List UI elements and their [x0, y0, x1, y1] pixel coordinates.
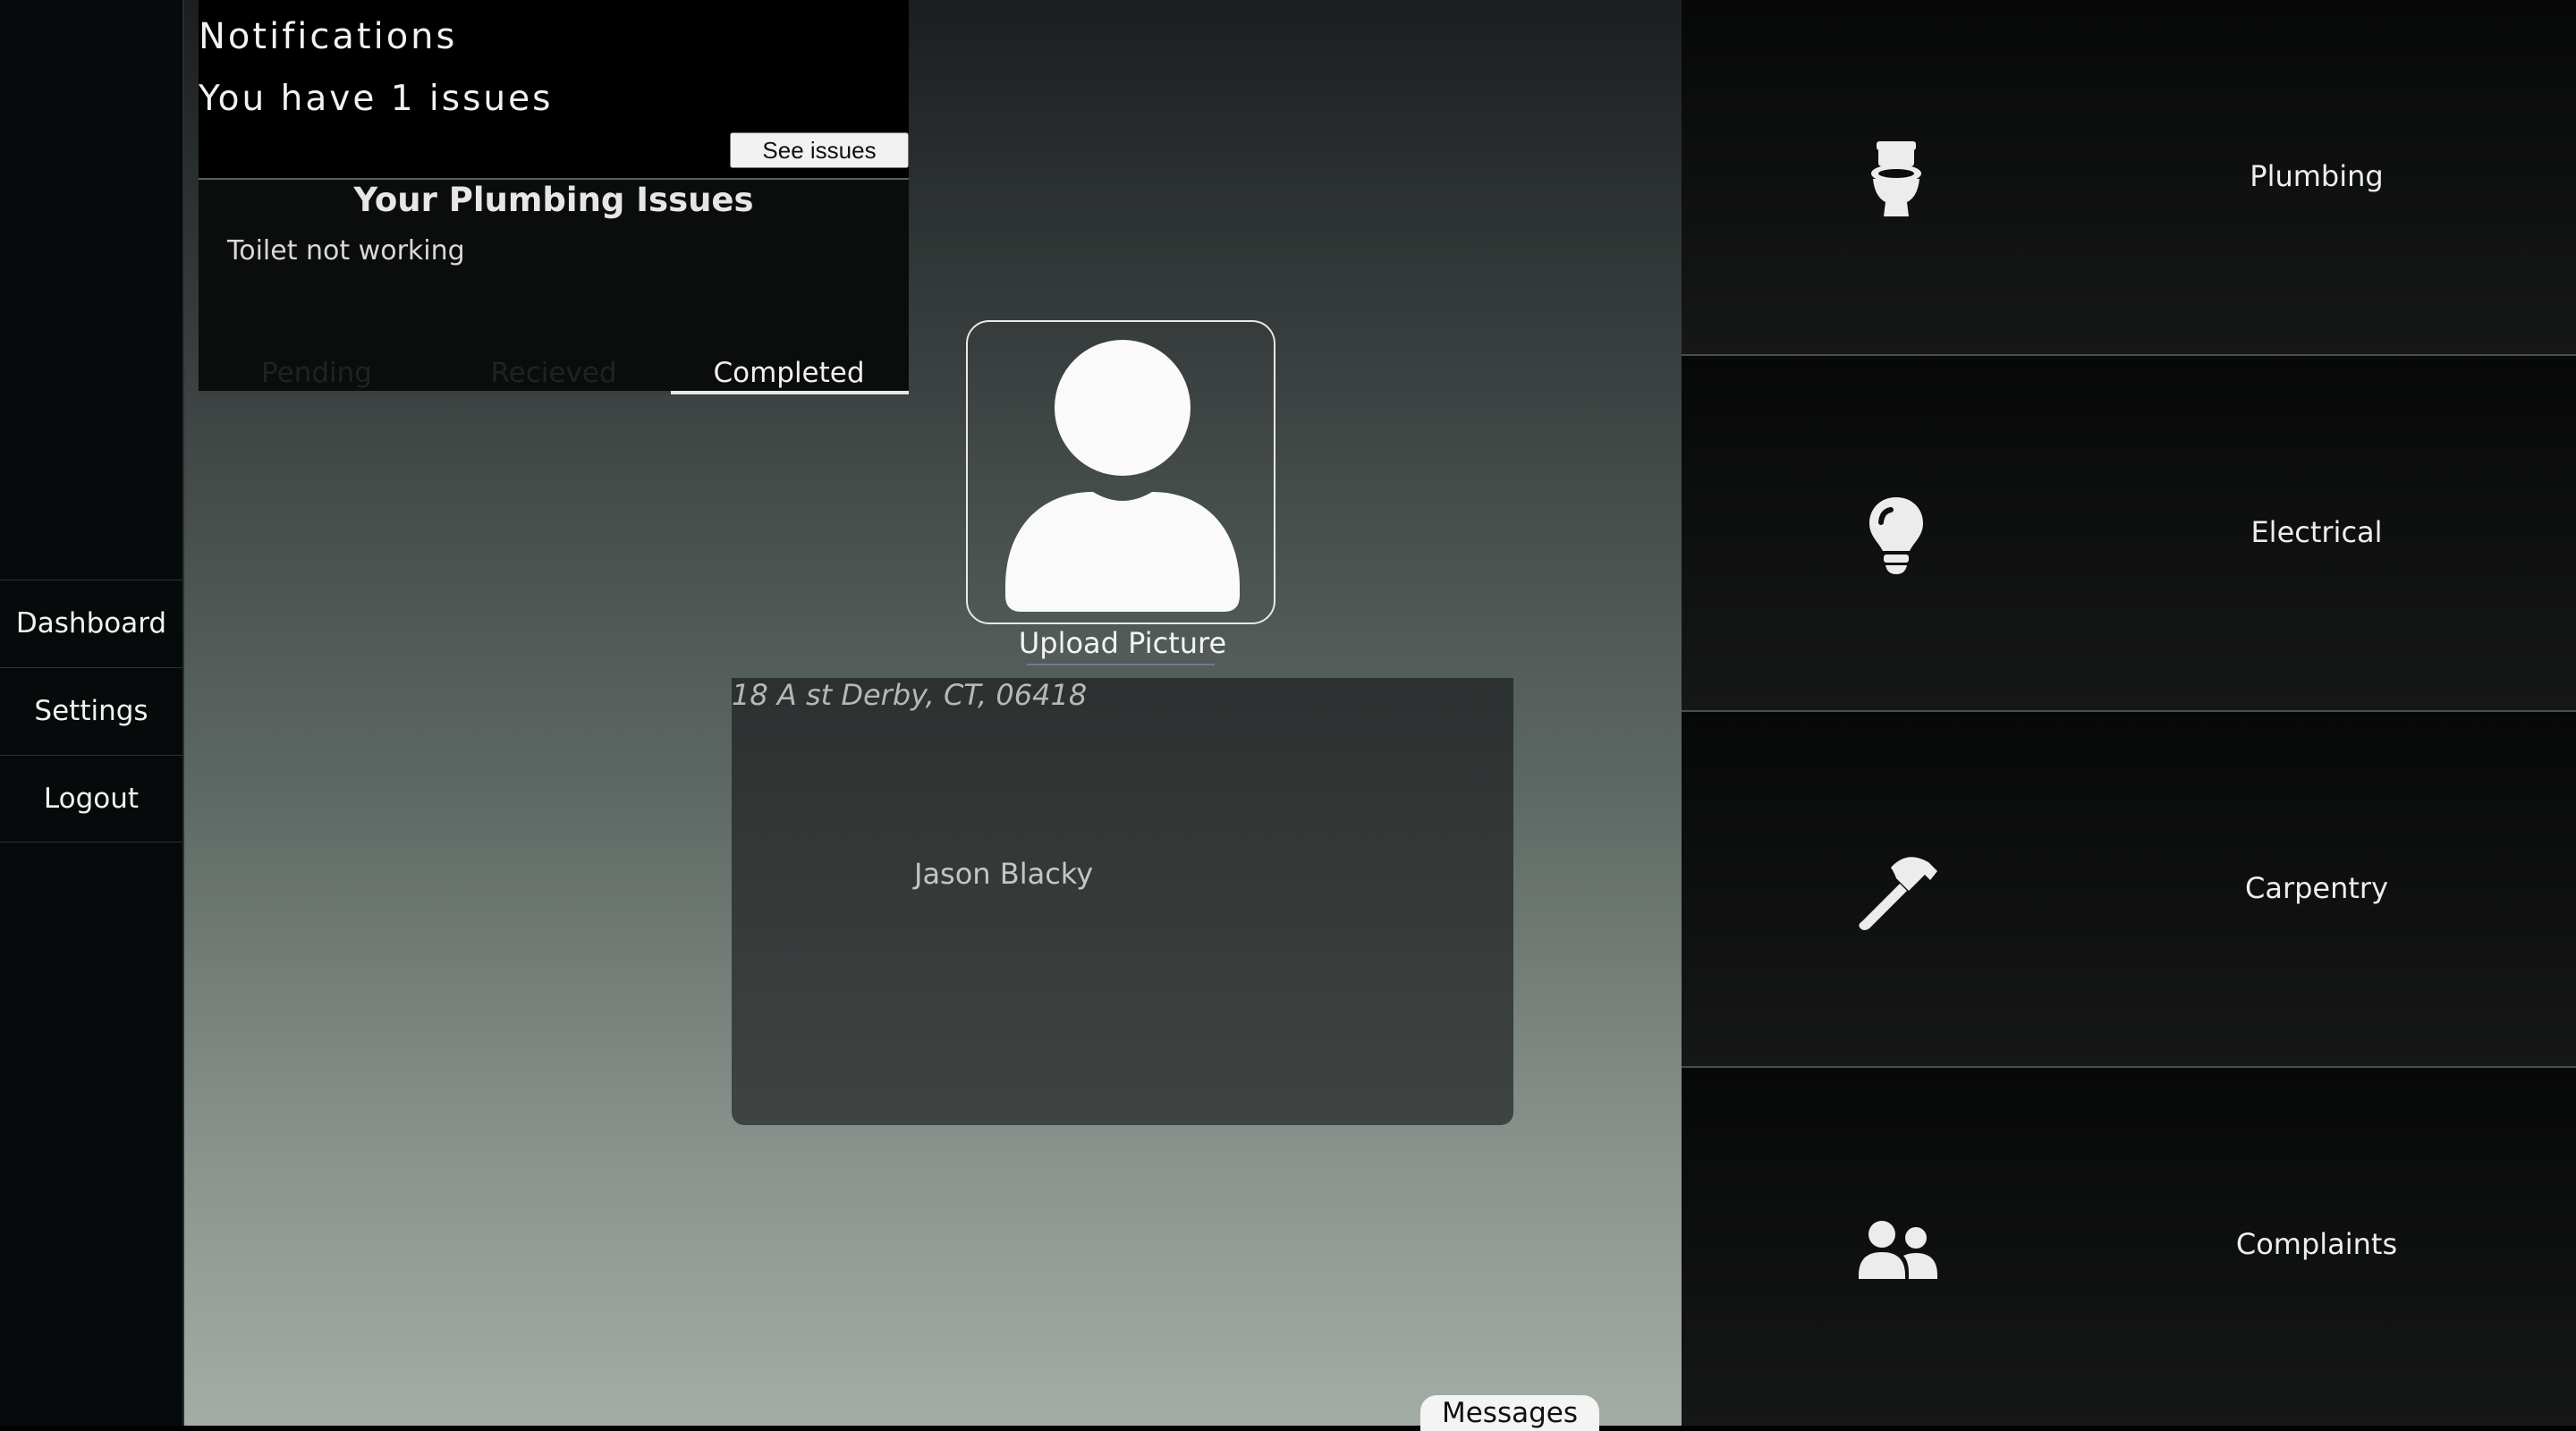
issues-panel: Your Plumbing Issues Toilet not working …	[199, 178, 909, 394]
category-carpentry[interactable]: Carpentry	[1682, 712, 2576, 1068]
sidebar-item-logout[interactable]: Logout	[0, 755, 182, 843]
category-label-complaints: Complaints	[2235, 1227, 2398, 1261]
tab-recieved[interactable]: Recieved	[436, 357, 672, 389]
category-label-plumbing: Plumbing	[2250, 159, 2384, 193]
notifications-panel: Notifications You have 1 issues See issu…	[199, 0, 909, 178]
tab-completed[interactable]: Completed	[671, 357, 907, 389]
tab-pending[interactable]: Pending	[199, 357, 435, 389]
category-plumbing[interactable]: Plumbing	[1682, 0, 2576, 356]
lightbulb-icon	[1869, 497, 1923, 574]
user-name: Jason Blacky	[914, 857, 1094, 891]
tab-track	[199, 391, 671, 394]
sidebar: Dashboard Settings Logout	[0, 0, 184, 1426]
tab-active-indicator	[671, 391, 909, 394]
address-text: 18 A st Derby, CT, 06418	[732, 678, 1088, 712]
avatar[interactable]	[966, 320, 1275, 624]
users-icon	[1859, 1221, 1937, 1279]
issues-title: Your Plumbing Issues	[353, 181, 754, 219]
user-icon	[1005, 340, 1240, 612]
category-complaints[interactable]: Complaints	[1682, 1068, 2576, 1426]
upload-picture-link[interactable]: Upload Picture	[966, 626, 1279, 660]
category-label-carpentry: Carpentry	[2244, 871, 2389, 905]
issue-item[interactable]: Toilet not working	[227, 235, 465, 267]
categories-panel: Plumbing Electrical Carpentry Complaints	[1682, 0, 2576, 1426]
notifications-title: Notifications	[199, 16, 458, 57]
category-label-electrical: Electrical	[2250, 515, 2383, 549]
sidebar-item-dashboard[interactable]: Dashboard	[0, 580, 182, 666]
sidebar-item-settings[interactable]: Settings	[0, 667, 182, 754]
notifications-count: You have 1 issues	[199, 79, 554, 119]
see-issues-button[interactable]: See issues	[730, 132, 909, 168]
upload-underline	[1027, 664, 1215, 665]
messages-button[interactable]: Messages	[1420, 1395, 1599, 1431]
hammer-icon	[1859, 857, 1937, 930]
toilet-icon	[1871, 141, 1921, 216]
profile-card: 18 A st Derby, CT, 06418 Jason Blacky	[732, 678, 1513, 1125]
category-electrical[interactable]: Electrical	[1682, 356, 2576, 712]
